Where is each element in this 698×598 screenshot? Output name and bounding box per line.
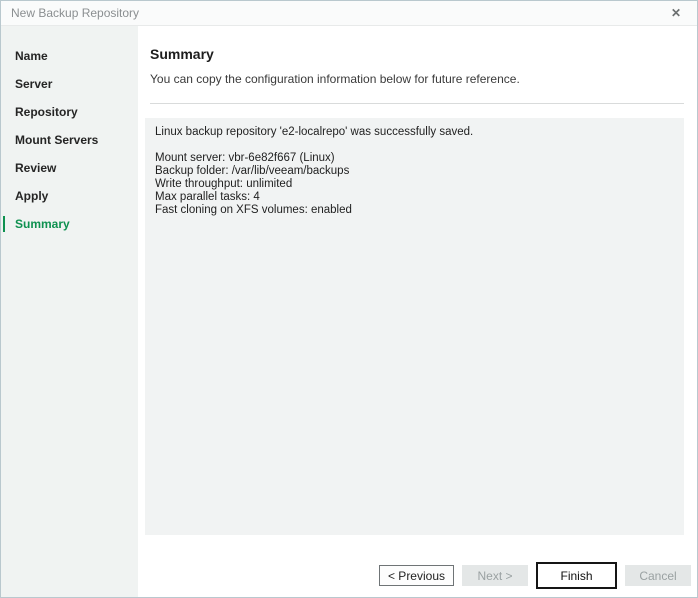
summary-line: Backup folder: /var/lib/veeam/backups (155, 165, 674, 178)
summary-line: Linux backup repository 'e2-localrepo' w… (155, 126, 674, 139)
dialog-body: Name Server Repository Mount Servers Rev… (1, 26, 697, 597)
cancel-button[interactable]: Cancel (625, 565, 691, 586)
divider (150, 103, 684, 104)
page-title: Summary (150, 46, 684, 63)
page-subtitle: You can copy the configuration informati… (150, 72, 684, 86)
previous-button[interactable]: < Previous (379, 565, 454, 586)
summary-line: Write throughput: unlimited (155, 178, 674, 191)
sidebar-item-repository[interactable]: Repository (1, 98, 138, 126)
summary-line: Mount server: vbr-6e82f667 (Linux) (155, 152, 674, 165)
summary-line (155, 139, 674, 152)
wizard-footer: < Previous Next > Finish Cancel (379, 562, 691, 589)
new-backup-repository-dialog: New Backup Repository ✕ Name Server Repo… (0, 0, 698, 598)
next-button[interactable]: Next > (462, 565, 528, 586)
sidebar-item-apply[interactable]: Apply (1, 182, 138, 210)
summary-line: Max parallel tasks: 4 (155, 191, 674, 204)
sidebar-item-summary[interactable]: Summary (1, 210, 138, 238)
main-content: Summary You can copy the configuration i… (138, 26, 697, 597)
window-title: New Backup Repository (11, 6, 139, 20)
summary-panel: Linux backup repository 'e2-localrepo' w… (145, 118, 684, 535)
wizard-steps-sidebar: Name Server Repository Mount Servers Rev… (1, 26, 138, 597)
sidebar-item-name[interactable]: Name (1, 42, 138, 70)
finish-button[interactable]: Finish (536, 562, 617, 589)
sidebar-item-mount-servers[interactable]: Mount Servers (1, 126, 138, 154)
summary-line: Fast cloning on XFS volumes: enabled (155, 204, 674, 217)
sidebar-item-review[interactable]: Review (1, 154, 138, 182)
sidebar-item-server[interactable]: Server (1, 70, 138, 98)
title-bar: New Backup Repository ✕ (1, 1, 697, 26)
close-icon[interactable]: ✕ (667, 5, 685, 21)
